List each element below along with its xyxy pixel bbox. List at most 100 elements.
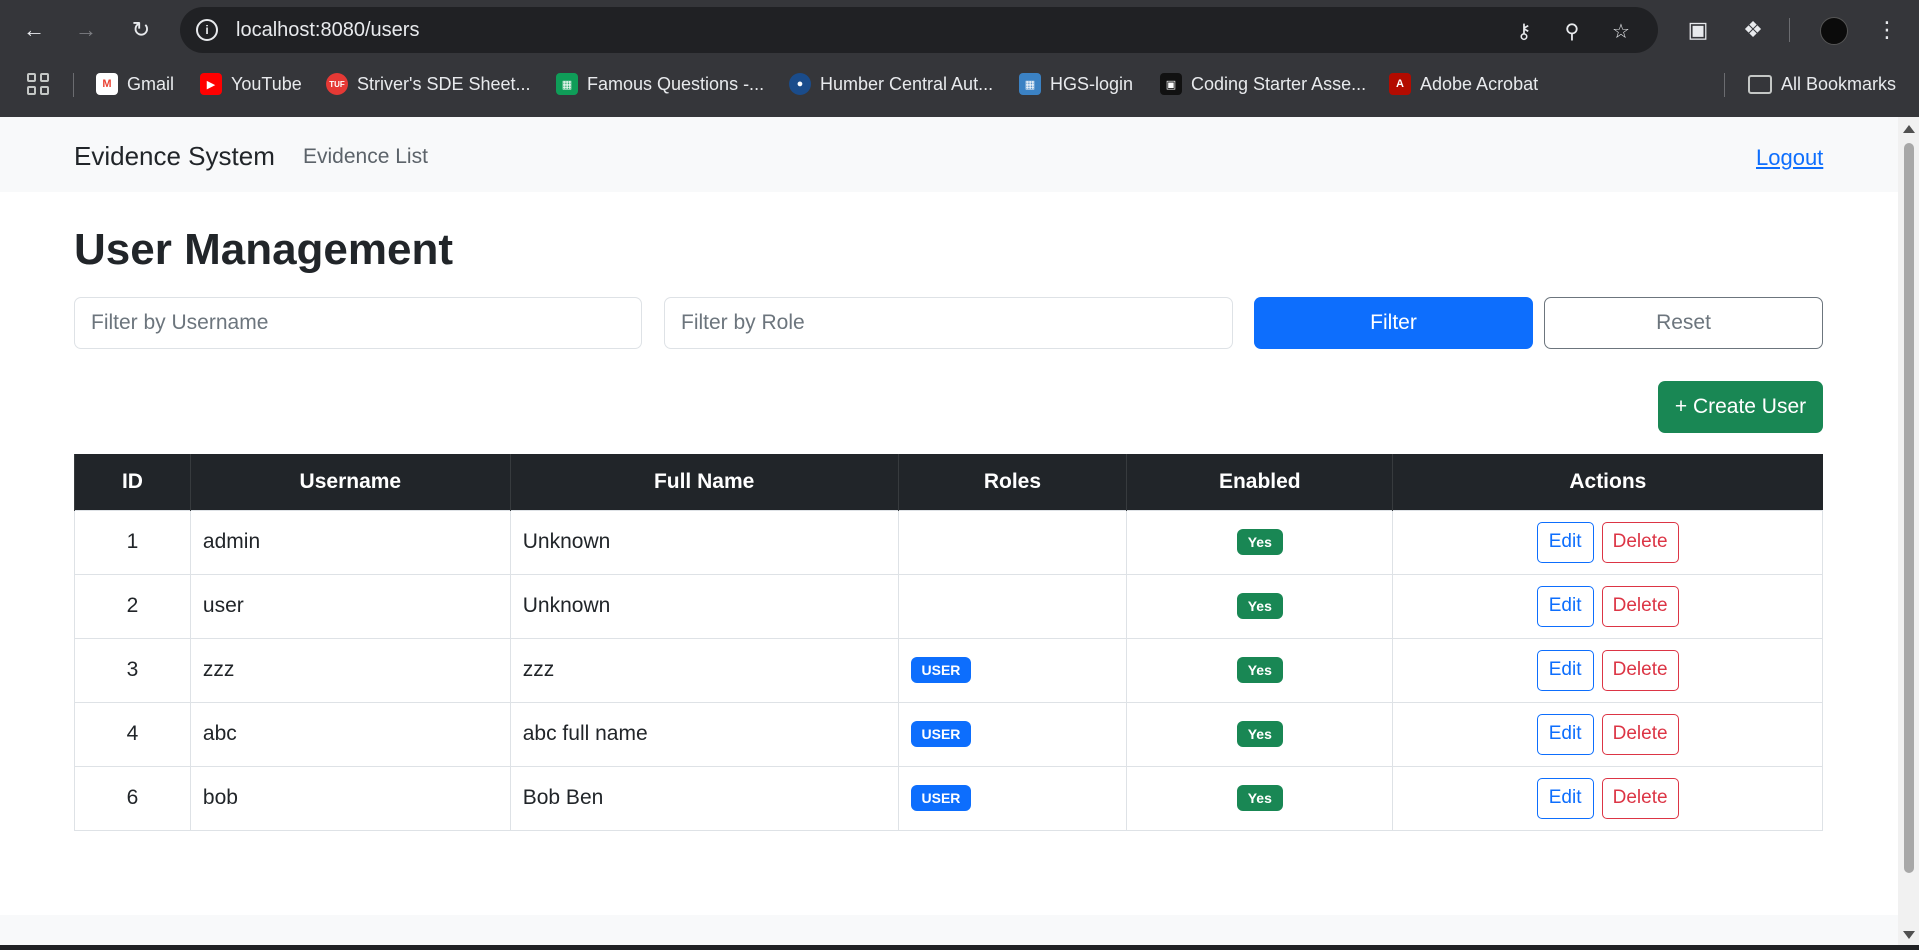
sheets-icon: ▦ <box>556 73 578 95</box>
forward-arrow-icon[interactable]: → <box>69 13 103 47</box>
page-footer <box>0 915 1898 945</box>
enabled-badge: Yes <box>1236 593 1283 619</box>
nav-link-evidence-list[interactable]: Evidence List <box>303 145 428 169</box>
acrobat-icon: A <box>1389 73 1411 95</box>
bookmarks-divider <box>1724 73 1725 97</box>
address-url[interactable]: localhost:8080/users <box>236 19 419 42</box>
edit-button[interactable]: Edit <box>1536 713 1594 755</box>
edit-button[interactable]: Edit <box>1536 585 1594 627</box>
zoom-icon[interactable]: ⚲ <box>1558 17 1586 45</box>
header-id: ID <box>74 454 191 510</box>
bookmark-hgs[interactable]: ▦ HGS-login <box>1019 70 1133 98</box>
coding-icon: ▣ <box>1160 73 1182 95</box>
edit-button[interactable]: Edit <box>1536 777 1594 819</box>
cell-username: bob <box>189 765 511 831</box>
bookmark-gmail[interactable]: M Gmail <box>96 70 174 98</box>
header-username: Username <box>189 454 511 510</box>
cell-actions: Edit Delete <box>1392 573 1823 639</box>
cell-full-name: Unknown <box>509 509 899 575</box>
bookmark-coding-starter[interactable]: ▣ Coding Starter Asse... <box>1160 70 1366 98</box>
key-icon[interactable]: ⚷ <box>1510 17 1538 45</box>
cell-username: admin <box>189 509 511 575</box>
navbar-brand[interactable]: Evidence System <box>74 141 275 172</box>
gmail-icon: M <box>96 73 118 95</box>
enabled-badge: Yes <box>1236 785 1283 811</box>
cell-full-name: zzz <box>509 637 899 703</box>
back-arrow-icon[interactable]: ← <box>17 13 51 47</box>
filter-button[interactable]: Filter <box>1254 297 1533 349</box>
table-row: 1 admin Unknown Yes Edit Delete <box>74 509 1823 575</box>
delete-button[interactable]: Delete <box>1601 777 1679 819</box>
cell-full-name: abc full name <box>509 701 899 767</box>
cell-roles: USER <box>897 765 1128 831</box>
table-row: 6 bob Bob Ben USER Yes Edit Delete <box>74 765 1823 831</box>
page-scrollbar[interactable] <box>1898 117 1919 945</box>
role-badge: USER <box>910 721 972 747</box>
username-filter-input[interactable] <box>74 297 642 349</box>
reset-button[interactable]: Reset <box>1544 297 1823 349</box>
cell-roles <box>897 509 1128 575</box>
bookmark-youtube[interactable]: ▶ YouTube <box>200 70 302 98</box>
bookmark-label: HGS-login <box>1050 73 1134 94</box>
bookmark-label: Humber Central Aut... <box>820 73 994 94</box>
edit-button[interactable]: Edit <box>1536 521 1594 563</box>
delete-button[interactable]: Delete <box>1601 649 1679 691</box>
header-enabled: Enabled <box>1126 454 1393 510</box>
header-roles: Roles <box>897 454 1127 510</box>
bookmark-label: YouTube <box>231 73 302 94</box>
toolbar-divider <box>1789 18 1790 42</box>
header-actions: Actions <box>1392 454 1823 510</box>
bookmark-humber[interactable]: ● Humber Central Aut... <box>789 70 993 98</box>
cell-id: 3 <box>74 637 191 703</box>
extensions-icon[interactable]: ❖ <box>1737 14 1769 46</box>
cell-full-name: Bob Ben <box>509 765 899 831</box>
cell-enabled: Yes <box>1126 573 1394 639</box>
apps-grid-icon[interactable] <box>27 73 49 95</box>
window-bottom-edge <box>0 945 1919 950</box>
cell-username: zzz <box>189 637 511 703</box>
enabled-badge: Yes <box>1236 657 1283 683</box>
youtube-icon: ▶ <box>200 73 222 95</box>
logout-link[interactable]: Logout <box>1756 145 1823 171</box>
cell-id: 2 <box>74 573 191 639</box>
star-icon[interactable]: ☆ <box>1607 17 1635 45</box>
role-filter-input[interactable] <box>664 297 1233 349</box>
bookmark-label: Adobe Acrobat <box>1420 73 1539 94</box>
reload-icon[interactable]: ↻ <box>124 13 158 47</box>
app-navbar: Evidence System Evidence List Logout <box>0 117 1898 192</box>
scroll-down-icon[interactable] <box>1903 931 1915 939</box>
role-badge: USER <box>910 657 972 683</box>
profile-avatar[interactable] <box>1820 17 1848 45</box>
menu-kebab-icon[interactable]: ⋮ <box>1871 14 1903 46</box>
edit-button[interactable]: Edit <box>1536 649 1594 691</box>
header-full-name: Full Name <box>509 454 898 510</box>
bookmark-label: Famous Questions -... <box>587 73 765 94</box>
cell-full-name: Unknown <box>509 573 899 639</box>
scrollbar-thumb[interactable] <box>1904 143 1914 873</box>
delete-button[interactable]: Delete <box>1601 713 1679 755</box>
delete-button[interactable]: Delete <box>1601 585 1679 627</box>
scroll-up-icon[interactable] <box>1903 125 1915 133</box>
address-bar[interactable]: i localhost:8080/users ⚷ ⚲ ☆ <box>180 7 1658 53</box>
create-user-button[interactable]: + Create User <box>1658 381 1823 433</box>
bookmark-famous-questions[interactable]: ▦ Famous Questions -... <box>556 70 764 98</box>
cell-enabled: Yes <box>1126 509 1394 575</box>
table-row: 4 abc abc full name USER Yes Edit Delete <box>74 701 1823 767</box>
cast-icon[interactable]: ▣ <box>1682 14 1714 46</box>
folder-icon <box>1748 74 1772 94</box>
cell-id: 6 <box>74 765 191 831</box>
site-info-icon[interactable]: i <box>196 19 218 41</box>
bookmark-label: Striver's SDE Sheet... <box>357 73 531 94</box>
cell-enabled: Yes <box>1126 765 1394 831</box>
bookmark-adobe-acrobat[interactable]: A Adobe Acrobat <box>1389 70 1538 98</box>
delete-button[interactable]: Delete <box>1601 521 1679 563</box>
table-row: 2 user Unknown Yes Edit Delete <box>74 573 1823 639</box>
cell-roles: USER <box>897 701 1128 767</box>
bookmark-striver[interactable]: TUF Striver's SDE Sheet... <box>326 70 531 98</box>
users-table: ID Username Full Name Roles Enabled Acti… <box>74 454 1823 831</box>
all-bookmarks[interactable]: All Bookmarks <box>1748 70 1896 98</box>
cell-actions: Edit Delete <box>1392 509 1823 575</box>
table-row: 3 zzz zzz USER Yes Edit Delete <box>74 637 1823 703</box>
enabled-badge: Yes <box>1236 721 1283 747</box>
cell-id: 4 <box>74 701 191 767</box>
